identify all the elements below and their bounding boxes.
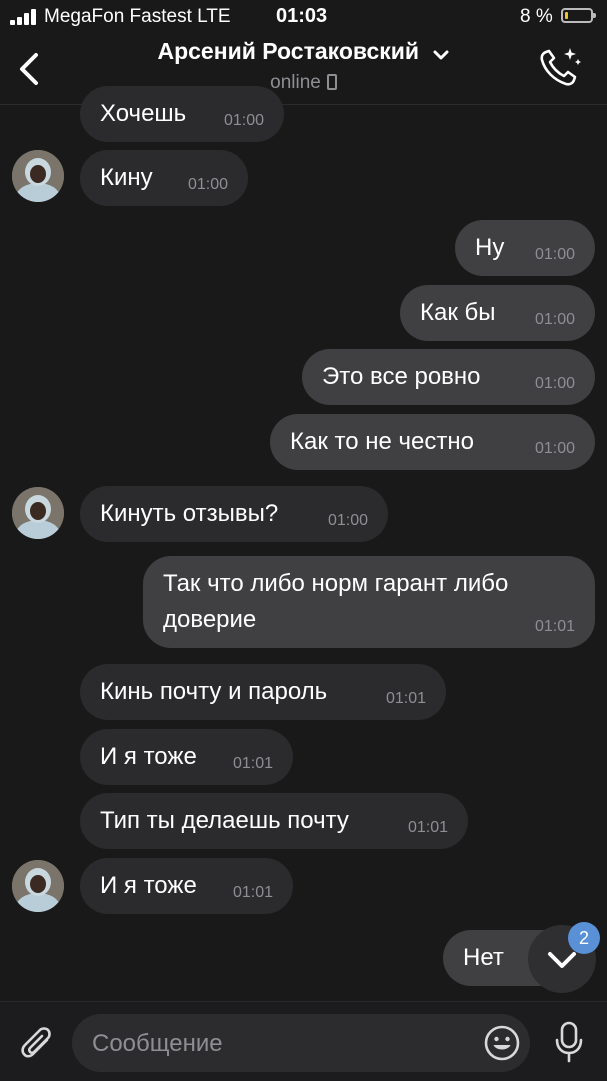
message-text: Нет — [463, 944, 504, 971]
message-bubble[interactable]: И я тоже 01:01 — [80, 729, 293, 785]
chat-title[interactable]: Арсений Ростаковский — [0, 38, 607, 65]
message-text: Так что либо норм гарант либо доверие — [163, 570, 509, 633]
message-bubble[interactable]: Как бы 01:00 — [400, 285, 595, 341]
message-text: И я тоже — [100, 872, 197, 899]
message-input[interactable]: Сообщение — [72, 1014, 530, 1072]
message-bubble[interactable]: Ну 01:00 — [455, 220, 595, 276]
message-time: 01:01 — [232, 755, 273, 772]
message-text: Как то не честно — [290, 428, 474, 455]
message-time: 01:00 — [187, 176, 228, 193]
battery-icon — [561, 8, 596, 23]
message-bubble[interactable]: Так что либо норм гарант либо доверие 01… — [143, 556, 595, 648]
message-bubble[interactable]: Это все ровно 01:00 — [302, 349, 595, 405]
message-time: 01:00 — [223, 112, 264, 129]
message-text: Ну — [475, 234, 505, 261]
message-bubble[interactable]: Кинуть отзывы? 01:00 — [80, 486, 388, 542]
message-time: 01:00 — [534, 375, 575, 392]
emoji-icon[interactable] — [484, 1025, 520, 1061]
message-bubble[interactable]: Кинь почту и пароль 01:01 — [80, 664, 446, 720]
unread-badge: 2 — [568, 922, 600, 954]
mobile-icon — [326, 74, 337, 90]
message-bubble[interactable]: Тип ты делаешь почту 01:01 — [80, 793, 468, 849]
message-text: Кину — [100, 164, 153, 191]
message-time: 01:01 — [534, 618, 575, 635]
avatar-image — [12, 150, 64, 202]
message-bubble[interactable]: И я тоже 01:01 — [80, 858, 293, 914]
battery-percent: 8 % — [520, 6, 553, 27]
carrier-label: MegaFon Fastest LTE — [44, 6, 231, 27]
status-bar: MegaFon Fastest LTE 01:03 8 % — [0, 0, 607, 34]
status-time: 01:03 — [276, 5, 328, 27]
message-time: 01:00 — [534, 440, 575, 457]
avatar[interactable] — [12, 487, 64, 539]
message-time: 01:00 — [534, 311, 575, 328]
message-input-placeholder: Сообщение — [92, 1030, 223, 1057]
call-icon[interactable] — [536, 44, 582, 90]
status-text: online — [270, 72, 321, 93]
microphone-icon[interactable] — [552, 1020, 586, 1064]
message-time: 01:01 — [407, 819, 448, 836]
message-composer: Сообщение — [0, 1001, 607, 1081]
message-bubble[interactable]: Кину 01:00 — [80, 150, 248, 206]
message-text: Как бы — [420, 299, 496, 326]
signal-icon — [10, 9, 38, 25]
message-text: Это все ровно — [322, 363, 481, 390]
avatar-image — [12, 860, 64, 912]
message-bubble[interactable]: Хочешь 01:00 — [80, 86, 284, 142]
attachment-icon[interactable] — [18, 1022, 54, 1062]
message-text: Кинь почту и пароль — [100, 678, 328, 705]
avatar[interactable] — [12, 150, 64, 202]
message-time: 01:01 — [232, 884, 273, 901]
message-time: 01:00 — [327, 512, 368, 529]
message-text: Хочешь — [100, 100, 187, 127]
chevron-down-icon[interactable] — [432, 48, 450, 62]
message-text: И я тоже — [100, 743, 197, 770]
message-text: Кинуть отзывы? — [100, 500, 279, 527]
avatar-image — [12, 487, 64, 539]
message-time: 01:00 — [534, 246, 575, 263]
contact-name[interactable]: Арсений Ростаковский — [157, 38, 419, 65]
avatar[interactable] — [12, 860, 64, 912]
message-bubble[interactable]: Как то не честно 01:00 — [270, 414, 595, 470]
message-text: Тип ты делаешь почту — [100, 807, 349, 834]
message-time: 01:01 — [385, 690, 426, 707]
